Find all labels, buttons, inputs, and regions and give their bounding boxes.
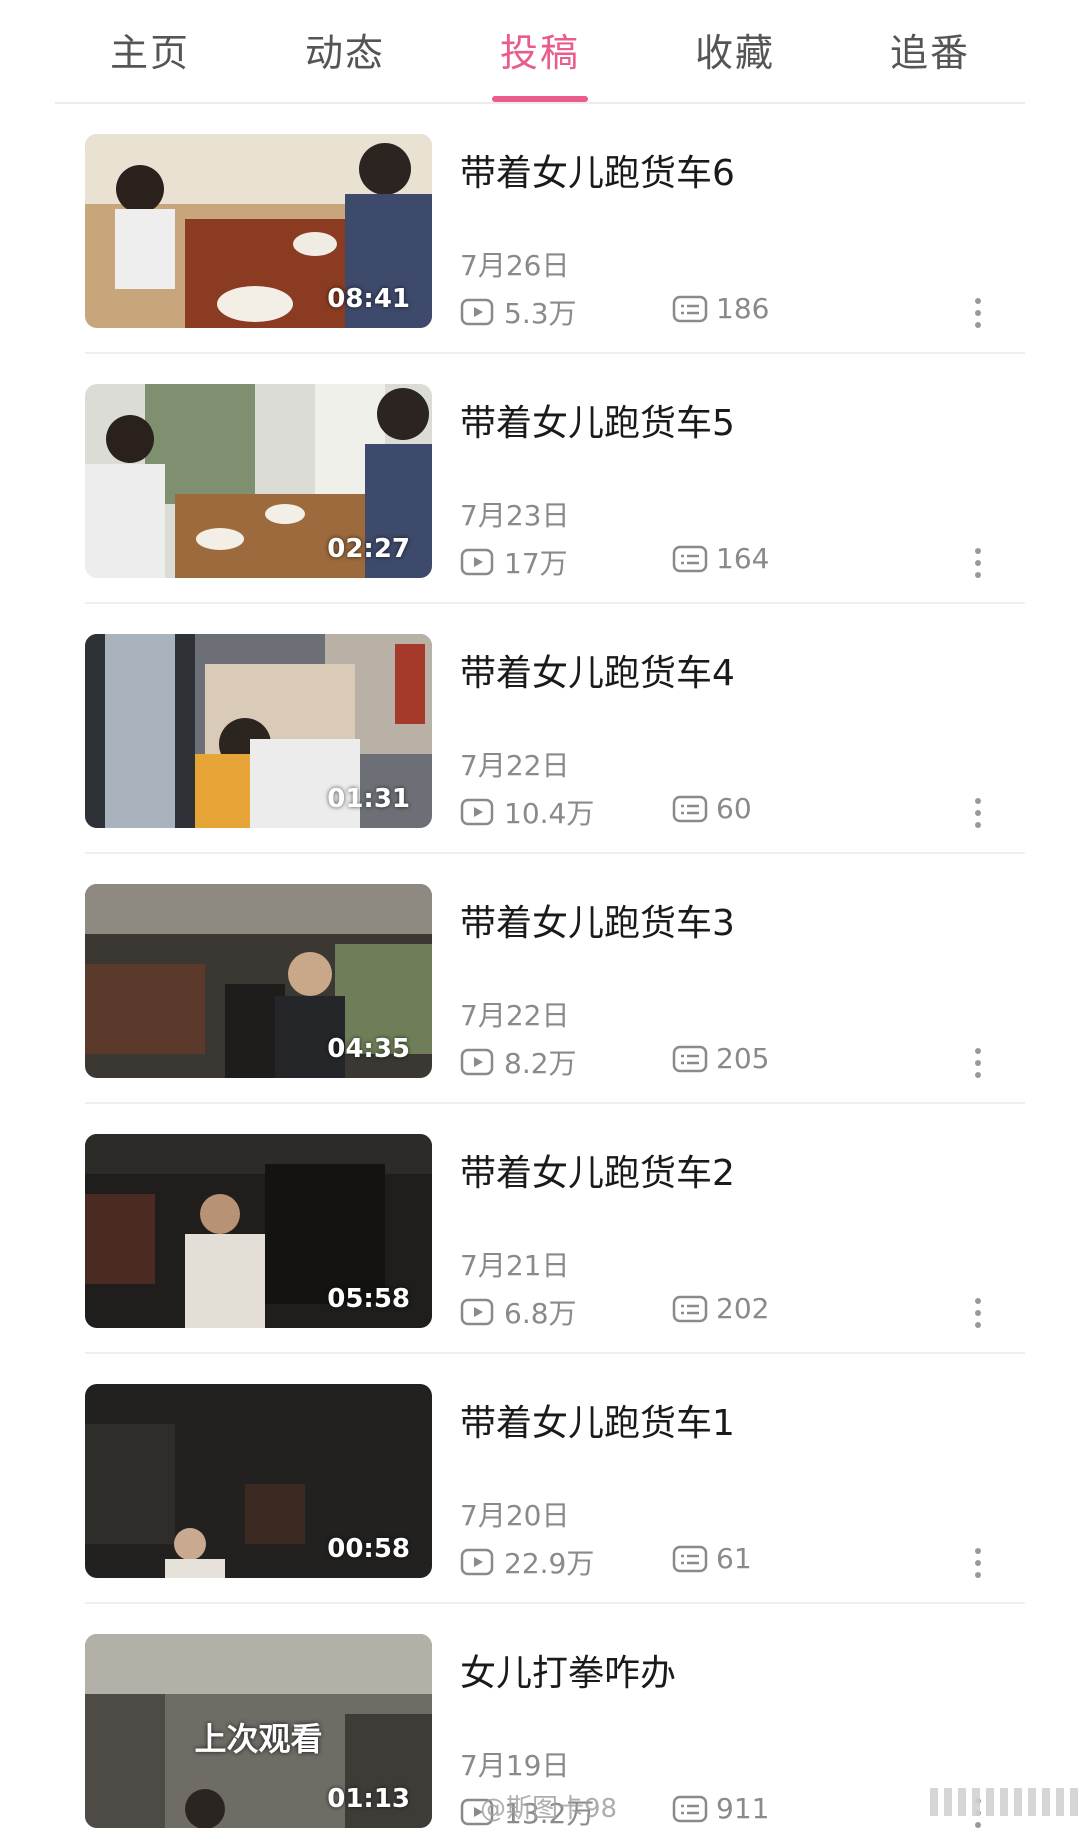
more-vertical-icon[interactable] — [968, 298, 988, 338]
view-count: 17万 — [460, 542, 568, 582]
last-watched-badge: 上次观看 — [194, 1720, 323, 1758]
video-duration: 00:58 — [327, 1534, 410, 1564]
video-duration: 02:27 — [327, 534, 410, 564]
tab-bar: 主页 动态 投稿 收藏 追番 — [0, 0, 1080, 104]
comment-count: 186 — [672, 292, 769, 325]
video-duration: 01:13 — [327, 1784, 410, 1814]
play-count-icon — [460, 1298, 494, 1326]
video-thumbnail[interactable]: 04:35 — [85, 884, 432, 1078]
watermark-logo-icon — [930, 1788, 1080, 1816]
comment-count-icon — [672, 1795, 708, 1822]
video-duration: 01:31 — [327, 784, 410, 814]
comment-count-icon — [672, 795, 708, 822]
video-date: 7月19日 — [460, 1749, 570, 1782]
video-title[interactable]: 带着女儿跑货车2 — [460, 1144, 735, 1196]
video-title[interactable]: 带着女儿跑货车4 — [460, 644, 735, 696]
more-vertical-icon[interactable] — [968, 548, 988, 588]
video-thumbnail[interactable]: 08:41 — [85, 134, 432, 328]
video-thumbnail[interactable]: 01:31 — [85, 634, 432, 828]
video-thumbnail[interactable]: 05:58 — [85, 1134, 432, 1328]
video-title[interactable]: 带着女儿跑货车1 — [460, 1394, 735, 1446]
video-title[interactable]: 带着女儿跑货车3 — [460, 894, 735, 946]
video-duration: 04:35 — [327, 1034, 410, 1064]
comment-count-value: 60 — [716, 792, 752, 825]
comment-count-icon — [672, 1045, 708, 1072]
video-title[interactable]: 女儿打拳咋办 — [460, 1644, 676, 1696]
view-count-value: 5.3万 — [504, 297, 577, 330]
view-count-value: 6.8万 — [504, 1297, 577, 1330]
comment-count-value: 911 — [716, 1792, 770, 1825]
comment-count-value: 61 — [716, 1542, 752, 1575]
more-vertical-icon[interactable] — [968, 1298, 988, 1338]
tab-bangumi[interactable]: 追番 — [870, 22, 990, 77]
video-date: 7月22日 — [460, 749, 570, 782]
view-count-value: 8.2万 — [504, 1047, 577, 1080]
watermark: @斯图卡98 — [480, 1794, 618, 1824]
comment-count: 911 — [672, 1792, 769, 1825]
video-item[interactable]: 04:35 带着女儿跑货车3 7月22日 8.2万 205 — [0, 854, 1080, 1104]
comment-count: 205 — [672, 1042, 769, 1075]
view-count: 22.9万 — [460, 1542, 594, 1582]
video-title[interactable]: 带着女儿跑货车6 — [460, 144, 735, 196]
comment-count-value: 186 — [716, 292, 770, 325]
tab-dynamic[interactable]: 动态 — [285, 22, 405, 77]
more-vertical-icon[interactable] — [968, 798, 988, 838]
more-vertical-icon[interactable] — [968, 1548, 988, 1588]
video-thumbnail[interactable]: 02:27 — [85, 384, 432, 578]
comment-count-icon — [672, 295, 708, 322]
comment-count-value: 205 — [716, 1042, 770, 1075]
play-count-icon — [460, 548, 494, 576]
video-date: 7月22日 — [460, 999, 570, 1032]
video-date: 7月26日 — [460, 249, 570, 282]
view-count-value: 17万 — [504, 547, 568, 580]
view-count: 6.8万 — [460, 1292, 577, 1332]
video-thumbnail[interactable]: 00:58 — [85, 1384, 432, 1578]
comment-count: 164 — [672, 542, 769, 575]
tab-uploads[interactable]: 投稿 — [480, 22, 600, 77]
play-count-icon — [460, 798, 494, 826]
play-count-icon — [460, 1548, 494, 1576]
view-count-value: 10.4万 — [504, 797, 595, 830]
video-duration: 08:41 — [327, 284, 410, 314]
video-title[interactable]: 带着女儿跑货车5 — [460, 394, 735, 446]
view-count: 8.2万 — [460, 1042, 577, 1082]
play-count-icon — [460, 1048, 494, 1076]
video-date: 7月23日 — [460, 499, 570, 532]
comment-count: 202 — [672, 1292, 769, 1325]
tab-home[interactable]: 主页 — [90, 22, 210, 77]
comment-count: 60 — [672, 792, 752, 825]
more-vertical-icon[interactable] — [968, 1048, 988, 1088]
comment-count: 61 — [672, 1542, 752, 1575]
view-count-value: 22.9万 — [504, 1547, 595, 1580]
video-thumbnail[interactable]: 上次观看 01:13 — [85, 1634, 432, 1828]
video-item[interactable]: 02:27 带着女儿跑货车5 7月23日 17万 164 — [0, 354, 1080, 604]
view-count: 5.3万 — [460, 292, 577, 332]
video-duration: 05:58 — [327, 1284, 410, 1314]
video-item[interactable]: 08:41 带着女儿跑货车6 7月26日 5.3万 186 — [0, 104, 1080, 354]
video-date: 7月21日 — [460, 1249, 570, 1282]
comment-count-icon — [672, 1295, 708, 1322]
tab-favorites[interactable]: 收藏 — [675, 22, 795, 77]
video-item[interactable]: 00:58 带着女儿跑货车1 7月20日 22.9万 61 — [0, 1354, 1080, 1604]
view-count: 10.4万 — [460, 792, 594, 832]
video-item[interactable]: 01:31 带着女儿跑货车4 7月22日 10.4万 60 — [0, 604, 1080, 854]
comment-count-value: 202 — [716, 1292, 770, 1325]
comment-count-icon — [672, 1545, 708, 1572]
comment-count-icon — [672, 545, 708, 572]
comment-count-value: 164 — [716, 542, 770, 575]
video-item[interactable]: 05:58 带着女儿跑货车2 7月21日 6.8万 202 — [0, 1104, 1080, 1354]
video-date: 7月20日 — [460, 1499, 570, 1532]
play-count-icon — [460, 298, 494, 326]
